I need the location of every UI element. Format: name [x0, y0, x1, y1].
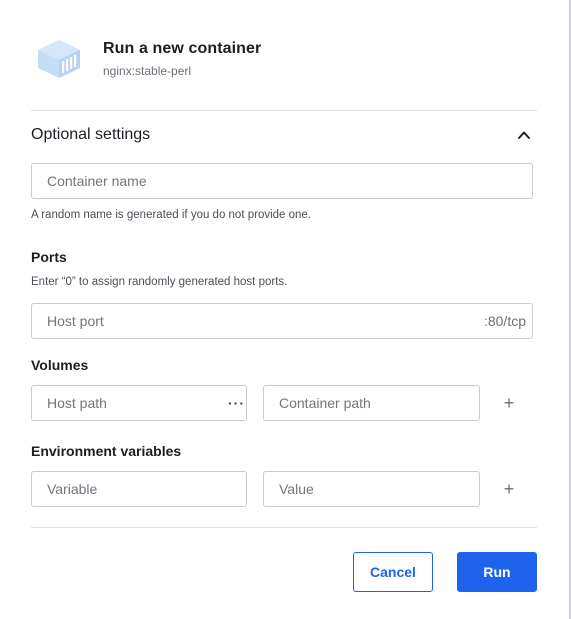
chevron-up-icon[interactable] — [517, 128, 531, 142]
host-path-field[interactable]: ··· — [31, 385, 247, 421]
image-name: nginx:stable-perl — [103, 64, 192, 78]
volumes-label: Volumes — [31, 357, 89, 373]
value-field[interactable] — [263, 471, 480, 507]
header-divider — [31, 110, 537, 111]
header-text: Run a new container nginx:stable-perl — [103, 40, 261, 78]
variable-input[interactable] — [32, 472, 246, 506]
add-variable-button[interactable]: + — [499, 479, 519, 499]
browse-host-path-button[interactable]: ··· — [228, 395, 259, 411]
optional-settings-title: Optional settings — [31, 126, 151, 143]
container-path-field[interactable] — [263, 385, 480, 421]
value-input[interactable] — [264, 472, 479, 506]
container-name-input[interactable] — [32, 164, 532, 198]
dialog-title: Run a new container — [103, 40, 262, 57]
variable-field[interactable] — [31, 471, 247, 507]
dialog-header: Run a new container nginx:stable-perl — [36, 38, 261, 80]
host-path-input[interactable] — [32, 386, 228, 420]
container-name-field[interactable] — [31, 163, 533, 199]
container-port-label: :80/tcp — [483, 313, 526, 329]
optional-settings-toggle[interactable]: Optional settings — [31, 124, 531, 146]
footer-divider — [31, 527, 537, 528]
container-path-input[interactable] — [264, 386, 479, 420]
environment-label: Environment variables — [31, 443, 182, 459]
cancel-button[interactable]: Cancel — [353, 552, 433, 592]
add-volume-button[interactable]: + — [499, 393, 519, 413]
ports-helper: Enter “0” to assign randomly generated h… — [31, 276, 288, 288]
ports-label: Ports — [31, 249, 67, 265]
host-port-field[interactable]: :80/tcp — [31, 303, 533, 339]
container-cube-icon — [38, 40, 80, 78]
host-port-input[interactable] — [32, 304, 484, 338]
container-name-helper: A random name is generated if you do not… — [31, 209, 312, 221]
run-button[interactable]: Run — [457, 552, 537, 592]
